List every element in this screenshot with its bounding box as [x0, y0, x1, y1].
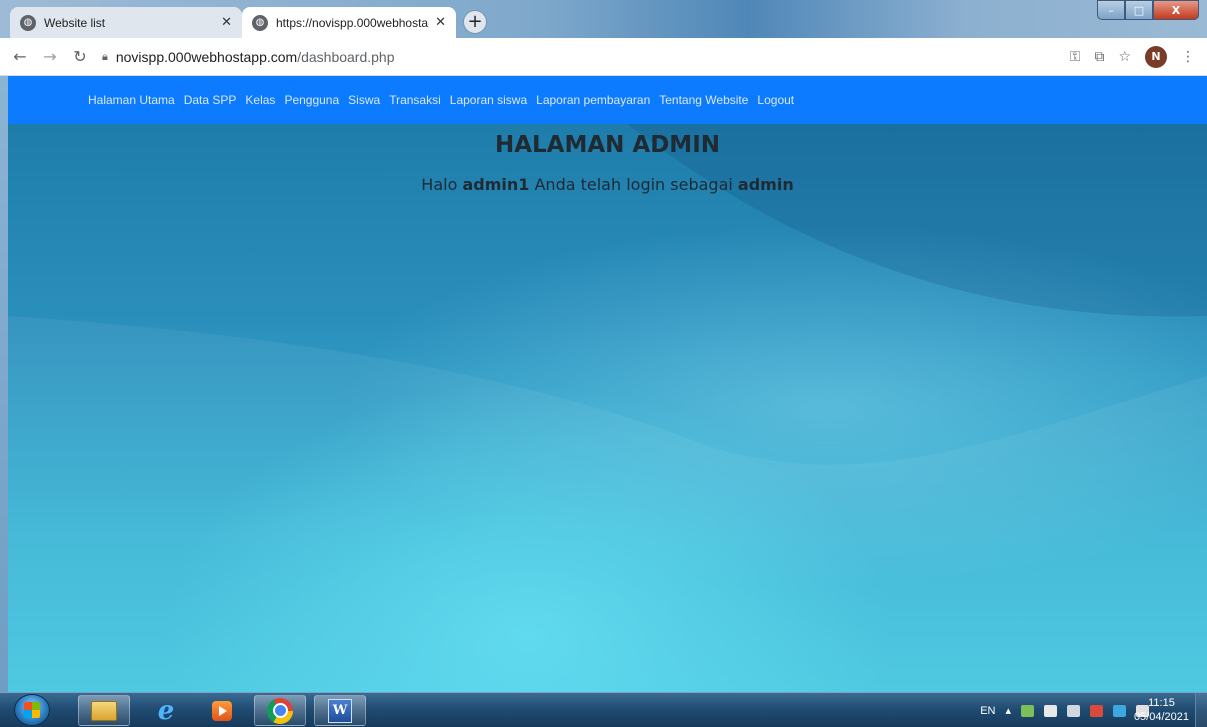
nav-laporan-pembayaran[interactable]: Laporan pembayaran	[536, 93, 650, 107]
network-icon[interactable]	[1021, 704, 1034, 717]
system-clock[interactable]: 11:15 05/04/2021	[1134, 696, 1189, 724]
tab-title: https://novispp.000webhostapp.c	[276, 15, 429, 30]
page-title: HALAMAN ADMIN	[494, 132, 721, 158]
nav-laporan-siswa[interactable]: Laporan siswa	[450, 93, 527, 107]
toolbar-actions: ⚿ ⧉ ☆ N ⋮	[1070, 45, 1195, 68]
taskbar-word[interactable]: W	[314, 695, 366, 726]
menu-kebab-icon[interactable]: ⋮	[1181, 49, 1195, 65]
language-indicator[interactable]: EN	[980, 705, 995, 717]
nav-data-spp[interactable]: Data SPP	[184, 93, 237, 107]
nav-siswa[interactable]: Siswa	[348, 93, 380, 107]
nav-tentang-website[interactable]: Tentang Website	[659, 93, 748, 107]
lock-icon: 🔒︎	[102, 49, 108, 63]
taskbar-chrome[interactable]	[254, 695, 306, 726]
start-button[interactable]	[14, 694, 50, 726]
tray-expand-icon[interactable]: ▴	[1005, 704, 1011, 717]
translate-icon[interactable]: ⧉	[1094, 49, 1104, 65]
url-text: novispp.000webhostapp.com/dashboard.php	[116, 49, 395, 65]
media-player-icon	[212, 700, 232, 721]
reload-icon[interactable]: ↻	[68, 45, 92, 69]
clock-date: 05/04/2021	[1133, 711, 1189, 723]
nav-transaksi[interactable]: Transaksi	[389, 93, 441, 107]
minimize-button[interactable]: –	[1097, 0, 1125, 20]
key-icon[interactable]: ⚿	[1070, 49, 1081, 65]
windows-taskbar: e W EN ▴ 11:15 05/04/2021	[0, 692, 1207, 727]
word-icon: W	[328, 698, 352, 723]
tab-website-list[interactable]: ◍ Website list ✕	[10, 7, 242, 38]
nav-halaman-utama[interactable]: Halaman Utama	[88, 93, 175, 107]
main-navbar: Halaman Utama Data SPP Kelas Pengguna Si…	[8, 76, 1207, 124]
tab-close-icon[interactable]: ✕	[221, 15, 232, 30]
chrome-icon	[267, 697, 293, 724]
folder-icon	[91, 700, 117, 721]
url-host: novispp.000webhostapp.com	[115, 48, 298, 65]
browser-window: ◍ Website list ✕ ◍ https://novispp.000we…	[0, 0, 1207, 692]
greeting-middle: Anda telah login sebagai	[534, 175, 733, 194]
action-center-icon[interactable]	[1090, 704, 1103, 717]
maximize-button[interactable]: □	[1125, 0, 1153, 20]
new-tab-button[interactable]: +	[463, 10, 487, 34]
taskbar-explorer[interactable]	[78, 695, 130, 726]
app-tray-icon[interactable]	[1113, 704, 1126, 717]
volume-icon[interactable]	[1044, 704, 1057, 717]
tab-dashboard[interactable]: ◍ https://novispp.000webhostapp.c ✕	[242, 7, 456, 38]
forward-arrow-icon[interactable]: →	[38, 45, 62, 69]
tab-strip: ◍ Website list ✕ ◍ https://novispp.000we…	[0, 0, 1207, 38]
nav-pengguna[interactable]: Pengguna	[284, 93, 339, 107]
taskbar-media-player[interactable]	[196, 695, 248, 726]
user-role: admin	[737, 175, 794, 194]
page-content: Halaman Utama Data SPP Kelas Pengguna Si…	[8, 76, 1207, 692]
nav-logout[interactable]: Logout	[757, 93, 794, 107]
clock-time: 11:15	[1148, 697, 1175, 709]
internet-explorer-icon: e	[157, 695, 175, 726]
back-arrow-icon[interactable]: ←	[8, 45, 32, 69]
globe-icon: ◍	[20, 14, 36, 31]
address-bar[interactable]: 🔒︎ novispp.000webhostapp.com/dashboard.p…	[102, 43, 1070, 71]
device-icon[interactable]	[1067, 704, 1080, 717]
window-controls: – □ X	[1097, 0, 1199, 20]
tab-close-icon[interactable]: ✕	[435, 15, 446, 30]
greeting-prefix: Halo	[421, 175, 458, 194]
nav-kelas[interactable]: Kelas	[245, 93, 275, 107]
globe-icon: ◍	[252, 14, 268, 31]
url-path: /dashboard.php	[297, 48, 395, 65]
username: admin1	[462, 175, 530, 194]
star-icon[interactable]: ☆	[1118, 49, 1131, 65]
greeting-text: Halo admin1 Anda telah login sebagai adm…	[8, 175, 1207, 194]
system-tray: EN ▴	[980, 693, 1149, 727]
close-window-button[interactable]: X	[1153, 0, 1199, 20]
windows-logo-icon	[24, 702, 40, 718]
taskbar-internet-explorer[interactable]: e	[140, 695, 192, 726]
tab-title: Website list	[44, 15, 106, 30]
browser-toolbar: ← → ↻ 🔒︎ novispp.000webhostapp.com/dashb…	[0, 38, 1207, 76]
show-desktop-button[interactable]	[1195, 693, 1207, 727]
profile-avatar[interactable]: N	[1145, 45, 1167, 68]
background-wave	[8, 76, 1207, 692]
